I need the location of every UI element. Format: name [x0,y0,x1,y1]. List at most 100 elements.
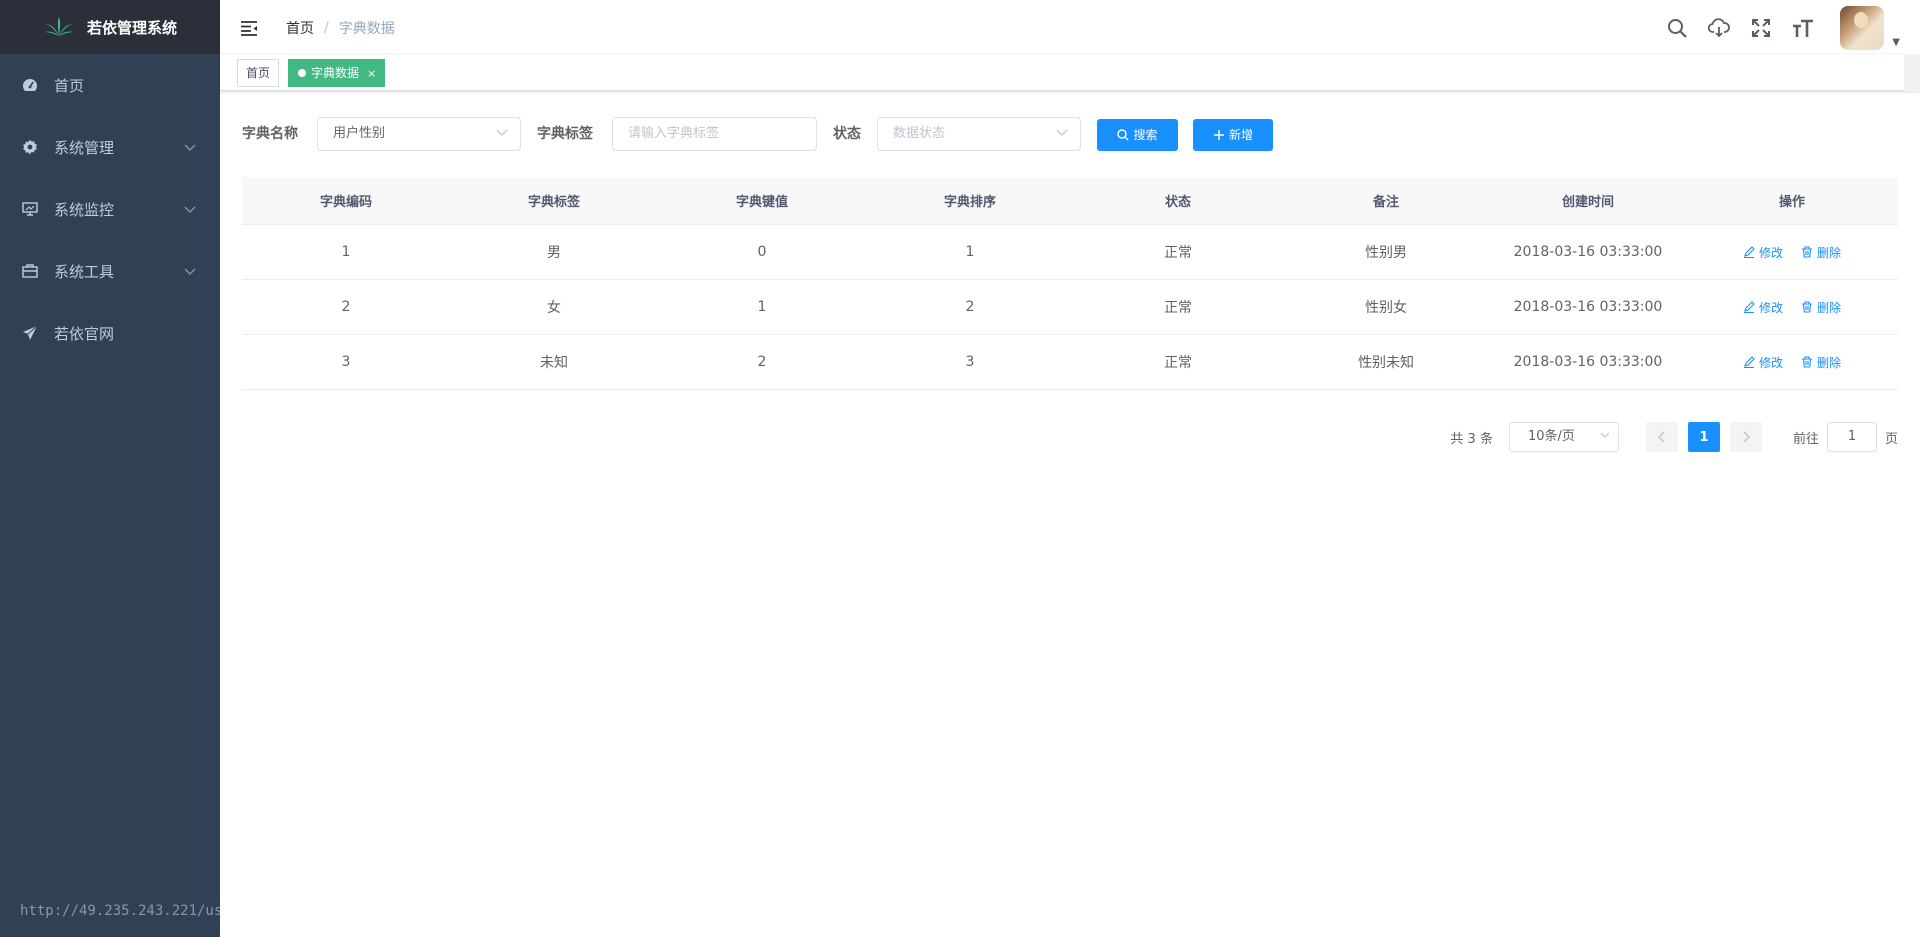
sidebar-item-label: 系统管理 [54,138,115,157]
sidebar-item-ruoyi-website[interactable]: 若依官网 [0,302,220,364]
breadcrumb-home[interactable]: 首页 [286,18,314,38]
prev-page-button[interactable] [1645,422,1678,452]
dict-name-select[interactable]: 用户性别 [317,117,521,151]
chevron-right-icon [1743,431,1750,443]
table-header: 字典编码 字典标签 字典键值 字典排序 状态 备注 创建时间 操作 [242,177,1898,225]
search-button[interactable]: 搜索 [1097,119,1178,151]
page-size-select[interactable]: 10条/页 [1508,422,1619,452]
column-header[interactable]: 状态 [1074,177,1282,224]
dict-sort-cell: 2 [965,299,975,315]
trash-icon [1802,356,1812,368]
add-button-label: 新增 [1228,128,1253,142]
font-size-icon[interactable] [1792,17,1814,39]
chevron-left-icon [1657,431,1665,443]
edit-button[interactable]: 修改 [1743,299,1783,316]
column-header[interactable]: 字典标签 [450,177,658,224]
chevron-down-icon [1056,118,1068,150]
trash-icon [1802,246,1812,258]
dict-label-placeholder: 请输入字典标签 [628,126,720,141]
delete-button[interactable]: 删除 [1801,244,1841,261]
table-row[interactable]: 2 女 1 2 正常 性别女 2018-03-16 03:33:00 修改 删除 [242,280,1898,335]
dict-name-label: 字典名称 [242,126,298,142]
column-header[interactable]: 字典键值 [658,177,866,224]
chevron-down-icon [184,200,196,218]
gear-icon [22,139,38,155]
delete-button[interactable]: 删除 [1801,299,1841,316]
fullscreen-icon[interactable] [1750,17,1772,39]
goto-prefix: 前往 [1792,431,1819,447]
monitor-icon [22,201,38,217]
navbar: 首页 / 字典数据 ▼ [220,0,1920,55]
edit-icon [1743,356,1755,368]
column-header[interactable]: 字典排序 [866,177,1074,224]
remark-cell: 性别男 [1365,245,1407,261]
column-header[interactable]: 备注 [1282,177,1490,224]
tag-label: 字典数据 [311,66,360,80]
status-select[interactable]: 数据状态 [877,117,1081,151]
sidebar-item-label: 首页 [54,76,85,95]
edit-icon [1743,246,1755,258]
sidebar-item-system-monitor[interactable]: 系统监控 [0,178,220,240]
sidebar-item-home[interactable]: 首页 [0,54,220,116]
chevron-down-icon [496,118,508,150]
navbar-right-menu: ▼ [1646,0,1900,55]
status-label: 状态 [833,126,861,142]
sidebar-item-system-tools[interactable]: 系统工具 [0,240,220,302]
status-bar-url: http://49.235.243.221/use [20,903,220,919]
edit-button[interactable]: 修改 [1743,244,1783,261]
table-row[interactable]: 1 男 0 1 正常 性别男 2018-03-16 03:33:00 修改 删除 [242,225,1898,280]
next-page-button[interactable] [1729,422,1762,452]
dashboard-icon [22,77,38,93]
table-row[interactable]: 3 未知 2 3 正常 性别未知 2018-03-16 03:33:00 修改 … [242,335,1898,390]
dict-label-input[interactable]: 请输入字典标签 [612,117,817,151]
add-button[interactable]: 新增 [1193,119,1273,151]
column-header[interactable]: 操作 [1686,177,1898,224]
edit-label: 修改 [1758,245,1783,260]
avatar[interactable] [1840,5,1885,50]
sidebar-item-label: 系统监控 [54,200,115,219]
tag-label: 首页 [246,66,271,80]
logo[interactable]: 若依管理系统 [0,0,220,54]
column-header[interactable]: 字典编码 [242,177,450,224]
delete-button[interactable]: 删除 [1801,354,1841,371]
create-time-cell: 2018-03-16 03:33:00 [1513,354,1663,370]
breadcrumb-current: 字典数据 [338,20,395,37]
dict-sort-cell: 3 [965,354,975,370]
hamburger-icon[interactable] [240,19,258,37]
search-icon [1117,129,1129,141]
goto-page-input[interactable]: 1 [1826,422,1877,452]
chevron-down-icon [184,262,196,280]
chevron-down-icon [1600,423,1610,451]
pagination-total: 共 3 条 [1450,431,1493,447]
edit-button[interactable]: 修改 [1743,354,1783,371]
delete-label: 删除 [1817,355,1842,370]
dict-data-table: 字典编码 字典标签 字典键值 字典排序 状态 备注 创建时间 操作 1 男 0 … [242,177,1898,390]
sidebar-item-label: 系统工具 [54,262,115,281]
toolbox-icon [22,263,38,279]
actions-cell: 修改 删除 [1686,225,1898,279]
page-number-button[interactable]: 1 [1687,422,1720,452]
send-icon [22,325,38,341]
remark-cell: 性别女 [1365,300,1407,316]
status-placeholder: 数据状态 [893,126,946,141]
create-time-cell: 2018-03-16 03:33:00 [1513,244,1663,260]
close-icon[interactable]: × [367,67,376,80]
scrollbar[interactable] [1904,55,1920,91]
status-cell: 正常 [1164,300,1192,316]
dict-name-value: 用户性别 [333,126,386,141]
remark-cell: 性别未知 [1358,355,1414,371]
dict-label-cell: 男 [547,245,561,261]
dict-value-cell: 2 [757,354,767,370]
tag-dict-data[interactable]: 字典数据 × [288,59,386,87]
search-icon[interactable] [1666,17,1688,39]
sidebar-item-system-management[interactable]: 系统管理 [0,116,220,178]
pagination: 共 3 条 10条/页 1 前往 1 页 [1450,421,1898,453]
column-header[interactable]: 创建时间 [1490,177,1686,224]
chevron-down-icon [184,138,196,156]
tag-home[interactable]: 首页 [237,59,280,87]
dict-label-cell: 女 [547,300,561,316]
trash-icon [1802,301,1812,313]
caret-down-icon[interactable]: ▼ [1892,37,1900,48]
cloud-download-icon[interactable] [1708,17,1731,39]
delete-label: 删除 [1817,245,1842,260]
